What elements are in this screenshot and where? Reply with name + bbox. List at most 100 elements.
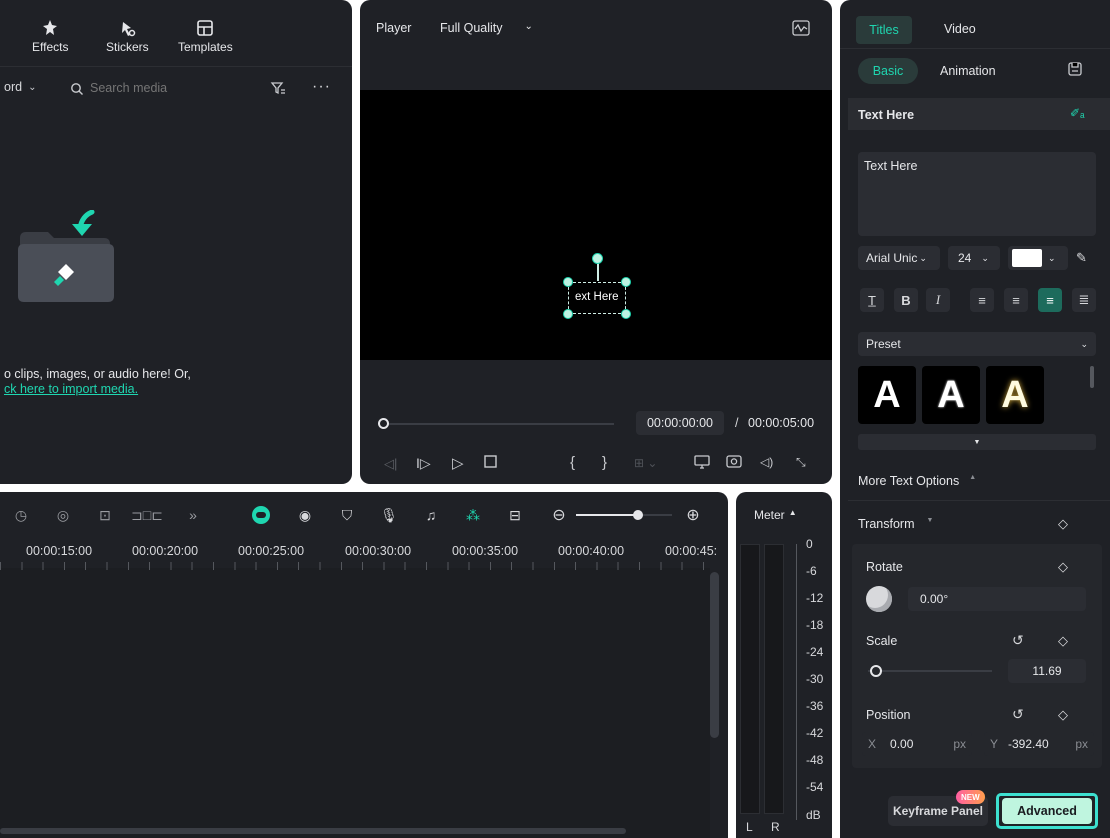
scale-slider-knob[interactable] bbox=[870, 665, 882, 677]
preset-card[interactable]: A bbox=[858, 366, 916, 424]
fullscreen-icon[interactable]: ⤡ bbox=[796, 455, 806, 470]
font-size-dropdown[interactable]: 24 ⌄ bbox=[948, 246, 1000, 270]
auto-reframe-icon[interactable]: ◉ bbox=[294, 504, 316, 526]
meter-right-label: R bbox=[771, 820, 780, 834]
timeline-h-scrollbar[interactable] bbox=[0, 828, 626, 834]
prev-frame-icon[interactable]: ◁| bbox=[384, 456, 397, 472]
menu-templates[interactable]: Templates bbox=[178, 18, 233, 54]
resize-handle[interactable] bbox=[621, 309, 631, 319]
insert-clip-icon[interactable]: ⊞ ⌄ bbox=[634, 456, 657, 470]
advanced-button[interactable]: Advanced bbox=[996, 793, 1098, 829]
display-icon[interactable] bbox=[694, 455, 710, 469]
ruler-label: 00:00:40:00 bbox=[558, 544, 625, 558]
more-options-icon[interactable]: ··· bbox=[312, 78, 331, 96]
step-forward-icon[interactable]: I▷ bbox=[416, 455, 431, 472]
resize-handle[interactable] bbox=[563, 277, 573, 287]
reset-icon[interactable]: ↺ bbox=[1012, 632, 1024, 649]
keyframe-diamond-icon[interactable]: ◇ bbox=[1058, 559, 1068, 575]
align-right-icon[interactable]: ≡ bbox=[1038, 288, 1062, 312]
music-note-icon[interactable]: ♫ bbox=[420, 504, 442, 526]
timeline-scrollbar[interactable] bbox=[710, 572, 719, 738]
bold-icon[interactable]: B bbox=[894, 288, 918, 312]
video-canvas[interactable]: ext Here bbox=[360, 90, 832, 360]
position-label: Position bbox=[866, 708, 911, 722]
color-palette-icon[interactable]: ◎ bbox=[52, 504, 74, 526]
position-x-field[interactable]: X 0.00 px bbox=[862, 732, 972, 756]
stop-icon[interactable] bbox=[484, 455, 497, 468]
meter-title[interactable]: Meter ▲ bbox=[754, 508, 797, 522]
menu-stickers[interactable]: Stickers bbox=[106, 18, 149, 54]
text-content-box[interactable]: Text Here bbox=[858, 152, 1096, 236]
zoom-slider[interactable] bbox=[576, 510, 672, 520]
rotate-field[interactable]: 0.00° bbox=[908, 587, 1086, 611]
meter-scale-label: -18 bbox=[806, 618, 824, 632]
sort-dropdown[interactable]: ord ⌄ bbox=[4, 80, 36, 94]
more-text-options-label: More Text Options bbox=[858, 474, 960, 488]
mark-in-icon[interactable]: { bbox=[570, 454, 575, 471]
snap-icon[interactable]: ⁂ bbox=[462, 504, 484, 526]
subtab-animation[interactable]: Animation bbox=[940, 64, 996, 78]
import-media-link[interactable]: ck here to import media. bbox=[4, 382, 138, 396]
eyedropper-icon[interactable]: ✎ bbox=[1076, 250, 1087, 266]
save-preset-icon[interactable] bbox=[1068, 62, 1082, 76]
import-folder-icon[interactable] bbox=[18, 210, 114, 310]
marker-icon[interactable]: ⛉ bbox=[336, 504, 358, 526]
fit-timeline-icon[interactable]: ⊟ bbox=[504, 504, 526, 526]
speed-icon[interactable]: ◷ bbox=[10, 504, 32, 526]
align-left-icon[interactable]: ≡ bbox=[970, 288, 994, 312]
text-fit-icon[interactable]: T̲ bbox=[860, 288, 884, 312]
volume-icon[interactable]: ◁) bbox=[760, 455, 773, 469]
resize-handle[interactable] bbox=[563, 309, 573, 319]
playhead-knob[interactable] bbox=[378, 418, 389, 429]
crop-frame-icon[interactable]: ⊐□⊏ bbox=[131, 504, 163, 526]
tab-video[interactable]: Video bbox=[944, 22, 976, 36]
caret-down-icon: ▼ bbox=[926, 517, 934, 524]
keyframe-diamond-icon[interactable]: ◇ bbox=[1058, 516, 1068, 532]
quality-dropdown[interactable]: Full Quality ⌄ bbox=[440, 21, 533, 35]
rotate-dial[interactable] bbox=[866, 586, 892, 612]
scale-field[interactable]: 11.69 bbox=[1008, 659, 1086, 683]
font-dropdown[interactable]: Arial Unic ⌄ bbox=[858, 246, 940, 270]
resize-handle[interactable] bbox=[621, 277, 631, 287]
filter-icon[interactable] bbox=[270, 80, 286, 96]
preset-card[interactable]: A bbox=[922, 366, 980, 424]
microphone-icon[interactable]: 🎙 bbox=[378, 504, 400, 526]
search-input[interactable] bbox=[90, 78, 250, 98]
mark-out-icon[interactable]: } bbox=[602, 454, 607, 471]
preset-dropdown[interactable]: Preset ⌄ bbox=[858, 332, 1096, 356]
timeline-track-area[interactable] bbox=[0, 568, 710, 838]
ai-robot-icon[interactable] bbox=[252, 506, 270, 524]
meter-scale-label: 0 bbox=[806, 537, 813, 551]
reset-icon[interactable]: ↺ bbox=[1012, 706, 1024, 723]
ai-text-icon[interactable]: ✐ₐ bbox=[1070, 106, 1085, 120]
subtab-basic[interactable]: Basic bbox=[858, 58, 918, 84]
keyframe-diamond-icon[interactable]: ◇ bbox=[1058, 633, 1068, 649]
zoom-in-icon[interactable]: ⊕ bbox=[682, 504, 704, 526]
preset-expand[interactable]: ▼ bbox=[858, 434, 1096, 450]
playback-scrubber[interactable] bbox=[382, 423, 614, 425]
ruler-label: 00:00:30:00 bbox=[345, 544, 412, 558]
italic-icon[interactable]: I bbox=[926, 288, 950, 312]
text-overlay-selection[interactable]: ext Here bbox=[563, 253, 631, 319]
new-badge: NEW bbox=[956, 790, 985, 804]
play-icon[interactable]: ▷ bbox=[452, 454, 464, 472]
presentation-icon[interactable]: ⊡ bbox=[94, 504, 116, 526]
align-justify-icon[interactable]: ≣ bbox=[1072, 288, 1096, 312]
menu-effects[interactable]: Effects bbox=[32, 18, 68, 54]
keyframe-diamond-icon[interactable]: ◇ bbox=[1058, 707, 1068, 723]
scale-slider[interactable] bbox=[868, 665, 992, 677]
more-tools-icon[interactable]: » bbox=[182, 504, 204, 526]
current-time-field[interactable]: 00:00:00:00 bbox=[636, 411, 724, 435]
waveform-scope-icon[interactable] bbox=[792, 20, 810, 36]
color-picker[interactable]: ⌄ bbox=[1008, 246, 1068, 270]
preset-card[interactable]: A bbox=[986, 366, 1044, 424]
zoom-out-icon[interactable]: ⊖ bbox=[548, 504, 570, 526]
position-y-field[interactable]: Y -392.40 px bbox=[984, 732, 1094, 756]
tab-titles[interactable]: Titles bbox=[856, 16, 912, 44]
preset-scrollbar[interactable] bbox=[1090, 366, 1094, 388]
transform-header[interactable]: Transform ▼ bbox=[858, 517, 933, 531]
snapshot-icon[interactable] bbox=[726, 454, 742, 468]
rotate-handle[interactable] bbox=[592, 253, 603, 264]
align-center-icon[interactable]: ≡ bbox=[1004, 288, 1028, 312]
more-text-options[interactable]: More Text Options ▲ bbox=[858, 474, 976, 488]
